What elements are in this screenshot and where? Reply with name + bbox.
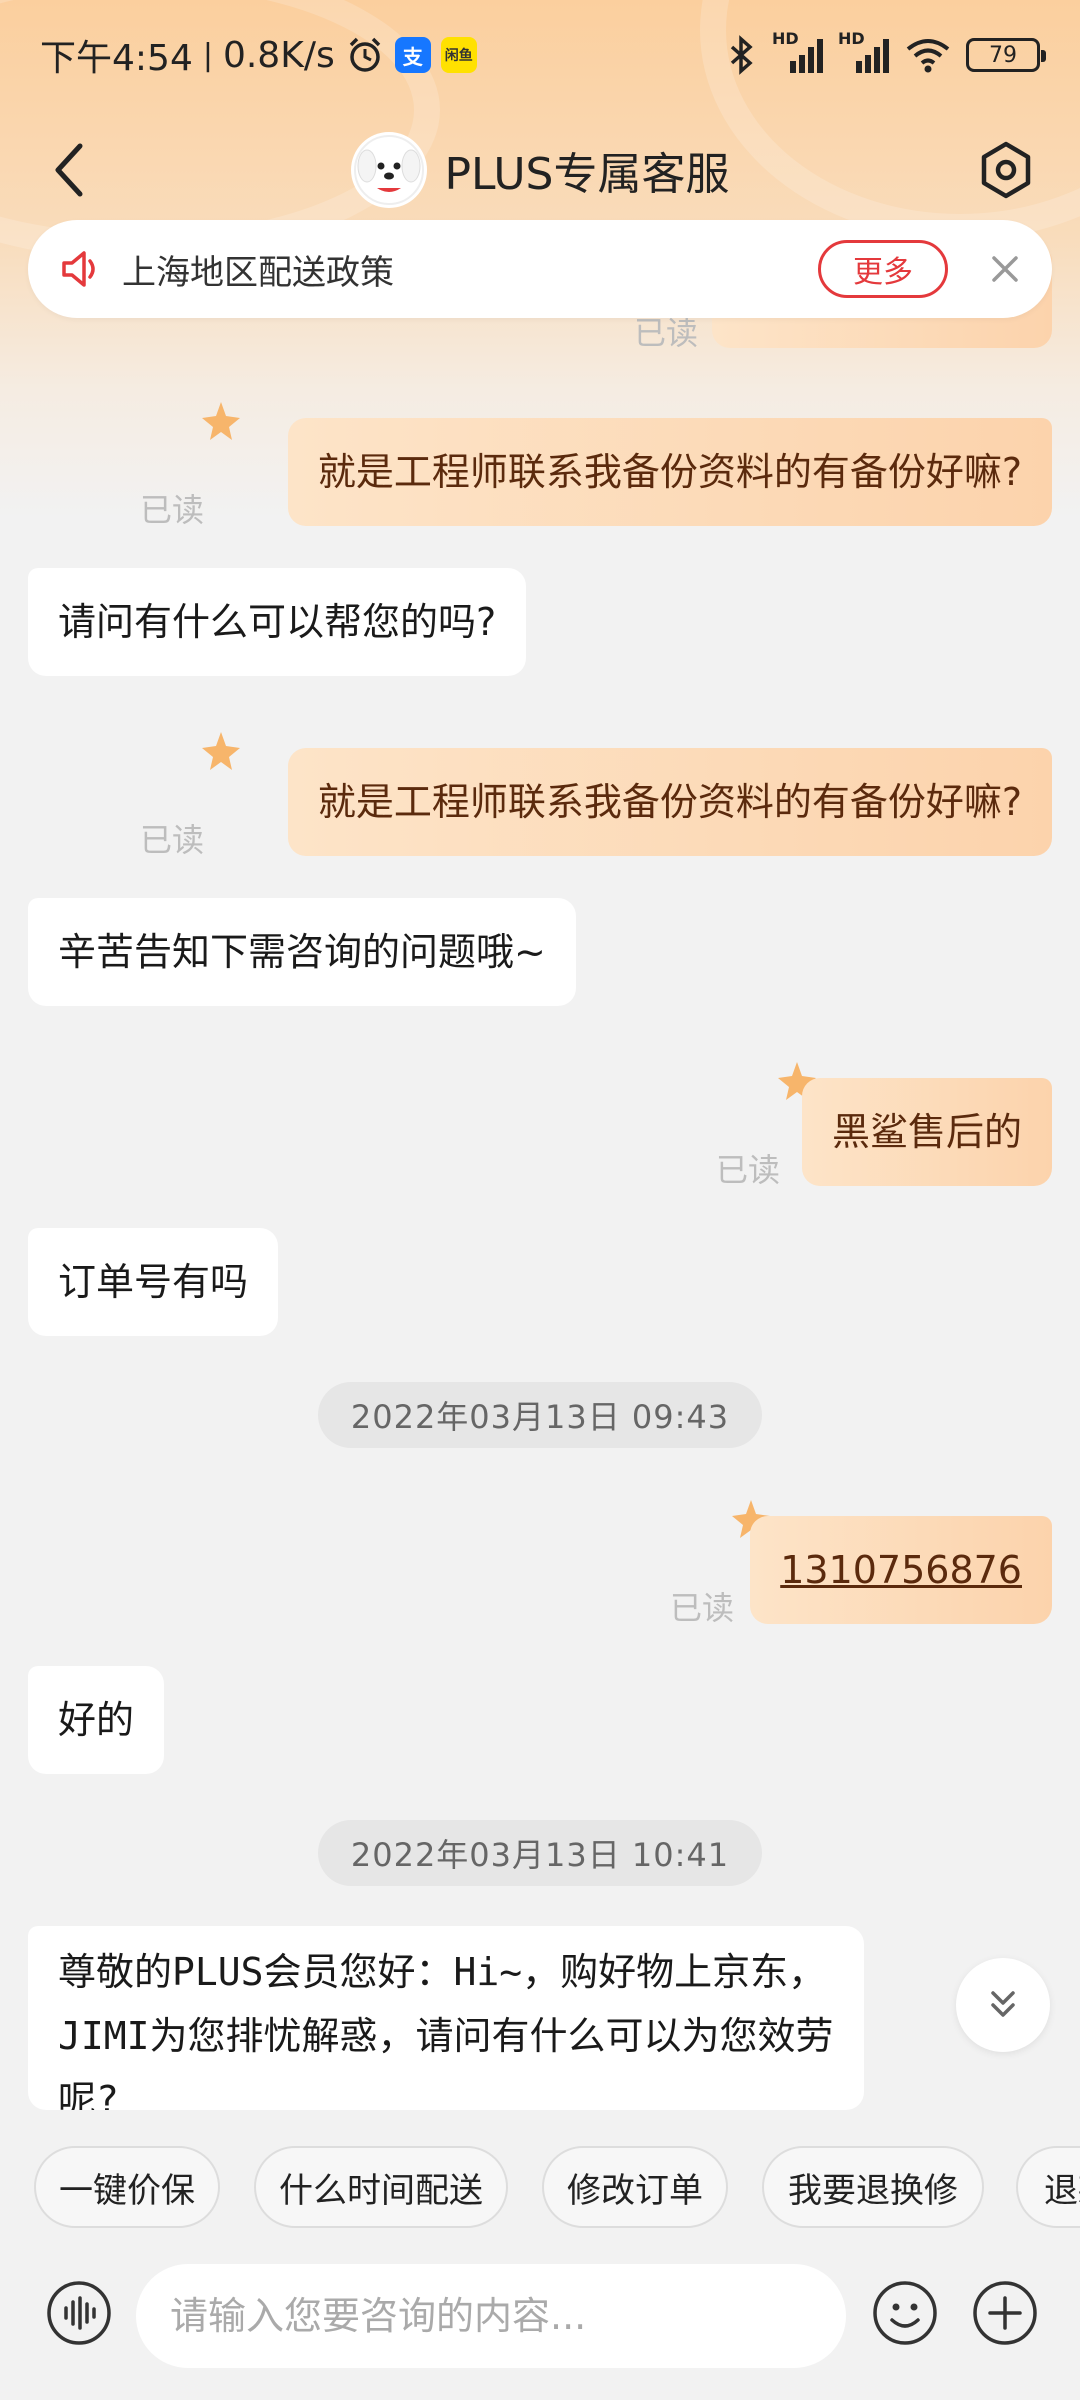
read-receipt: 已读: [716, 1151, 781, 1189]
input-bar: [0, 2260, 1080, 2400]
read-receipt: 已读: [670, 1589, 735, 1627]
read-receipt: 已读: [140, 821, 205, 859]
close-icon[interactable]: [988, 252, 1022, 286]
message-bubble-incoming[interactable]: 请问有什么可以帮您的吗?: [28, 568, 527, 676]
message-bubble-outgoing[interactable]: 就是工程师联系我备份资料的有备份好嘛?: [287, 748, 1052, 856]
timestamp: 2022年03月13日 10:41: [318, 1820, 762, 1886]
message-bubble-outgoing[interactable]: 1310756876: [750, 1516, 1052, 1624]
plus-icon[interactable]: [972, 2280, 1038, 2346]
message-bubble-incoming[interactable]: 好的: [28, 1666, 165, 1774]
message-bubble-outgoing[interactable]: 黑鲨售后的: [801, 1078, 1052, 1186]
notice-text: 上海地区配送政策: [122, 252, 394, 293]
message-bubble-incoming[interactable]: 订单号有吗: [28, 1228, 279, 1336]
notice-banner[interactable]: 上海地区配送政策 更多: [28, 220, 1052, 318]
voice-input-icon[interactable]: [46, 2280, 112, 2346]
quick-reply-chip[interactable]: 修改订单: [542, 2146, 728, 2228]
timestamp: 2022年03月13日 09:43: [318, 1382, 762, 1448]
double-chevron-down-icon: [991, 1991, 1015, 2017]
more-button[interactable]: 更多: [818, 240, 948, 298]
emoji-icon[interactable]: [872, 2280, 938, 2346]
quick-reply-chip[interactable]: 什么时间配送: [254, 2146, 508, 2228]
message-bubble-incoming[interactable]: 尊敬的PLUS会员您好：Hi~，购好物上京东，JIMI为您排忧解惑，请问有什么可…: [28, 1926, 864, 2110]
star-badge-icon: [202, 732, 240, 770]
message-input[interactable]: [136, 2264, 846, 2368]
speaker-icon: [62, 251, 95, 287]
quick-reply-bar[interactable]: 一键价保 什么时间配送 修改订单 我要退换修 退款: [0, 2110, 1080, 2260]
star-badge-icon: [202, 402, 240, 440]
quick-reply-chip[interactable]: 我要退换修: [762, 2146, 984, 2228]
read-receipt: 已读: [140, 491, 205, 529]
message-bubble-incoming[interactable]: 辛苦告知下需咨询的问题哦~: [28, 898, 576, 1006]
quick-reply-chip[interactable]: 退款: [1016, 2146, 1080, 2228]
quick-reply-chip[interactable]: 一键价保: [34, 2146, 220, 2228]
message-bubble-outgoing[interactable]: 就是工程师联系我备份资料的有备份好嘛?: [287, 418, 1052, 526]
order-number-link[interactable]: 1310756876: [780, 1548, 1022, 1592]
scroll-to-bottom-button[interactable]: [956, 1958, 1050, 2052]
